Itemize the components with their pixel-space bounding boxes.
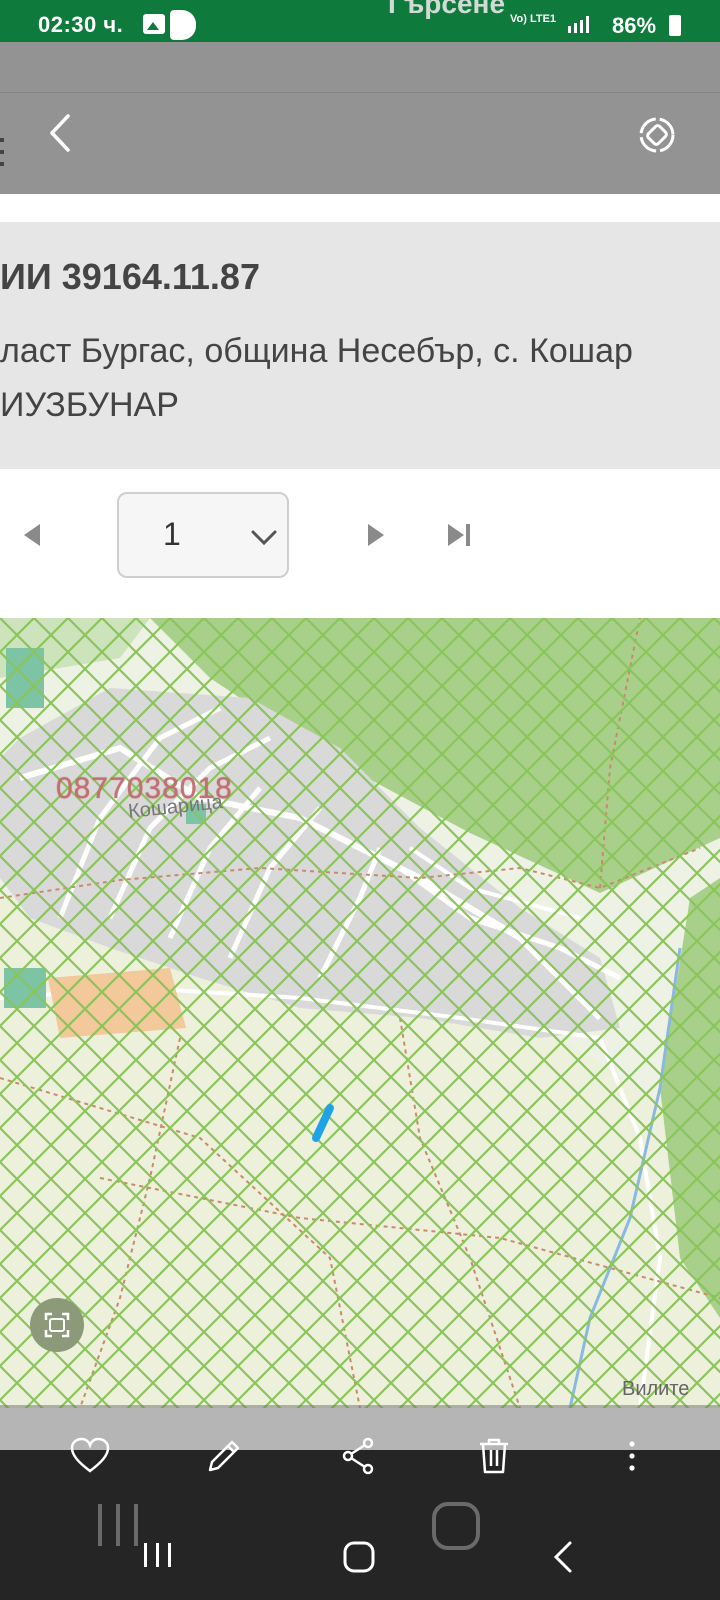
chevron-left-icon[interactable] — [40, 108, 84, 158]
chevron-down-icon — [251, 530, 277, 546]
more-vertical-icon[interactable] — [610, 1434, 654, 1478]
status-bar: 02:30 ч. Гърсене Vo) LTE1 86% — [0, 0, 720, 42]
triangle-right-icon[interactable] — [364, 520, 388, 550]
gallery-notification-icon — [143, 14, 165, 34]
status-time: 02:30 ч. — [38, 12, 124, 37]
recent-apps-icon[interactable] — [140, 1540, 176, 1570]
dimmed-app-bar — [0, 42, 720, 194]
page-select[interactable]: 1 — [117, 492, 289, 578]
image-search-icon[interactable] — [30, 1298, 84, 1352]
home-icon[interactable] — [342, 1540, 376, 1574]
app-title-behind: Гърсене — [388, 0, 506, 19]
trash-icon[interactable] — [472, 1434, 516, 1478]
divider — [0, 92, 720, 93]
pencil-icon[interactable] — [202, 1434, 246, 1478]
network-status: Vo) LTE1 — [510, 13, 557, 25]
share-icon[interactable] — [336, 1434, 380, 1478]
cadastral-map[interactable]: 0877038018 Кошарица Вилите — [0, 618, 720, 1408]
heart-icon[interactable] — [68, 1434, 112, 1478]
map-canvas — [0, 618, 720, 1408]
parcel-address: ласт Бургас, община Несебър, с. Кошар — [0, 332, 633, 370]
nav-back-icon[interactable] — [548, 1540, 578, 1574]
parcel-locality: ИУЗБУНАР — [0, 386, 179, 424]
skip-last-icon[interactable] — [446, 520, 474, 550]
app-notification-icon — [170, 10, 196, 40]
page-select-value: 1 — [163, 516, 181, 552]
menu-edge-icon — [0, 138, 4, 166]
rotate-screen-icon[interactable] — [636, 114, 678, 156]
battery-level: 86% — [612, 13, 657, 38]
home-ghost-icon — [432, 1502, 480, 1550]
recent-apps-ghost-icon — [98, 1504, 138, 1546]
parcel-info-card: ИИ 39164.11.87 ласт Бургас, община Несеб… — [0, 222, 720, 469]
triangle-left-icon[interactable] — [20, 520, 44, 550]
battery-icon — [669, 15, 681, 36]
screen: 02:30 ч. Гърсене Vo) LTE1 86% ИИ 39164.1… — [0, 0, 720, 1600]
signal-icon — [568, 16, 589, 33]
pager: 1 — [0, 470, 720, 618]
parcel-id: ИИ 39164.11.87 — [0, 256, 260, 297]
map-place-label: Вилите — [622, 1378, 690, 1400]
hatch-overlay — [0, 618, 720, 1408]
